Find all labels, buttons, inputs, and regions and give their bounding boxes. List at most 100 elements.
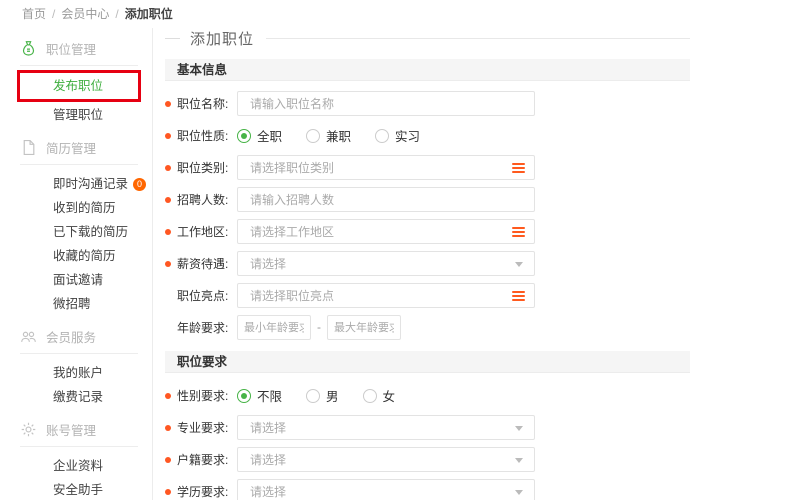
required-dot (165, 489, 171, 495)
sidebar-group-divider (20, 65, 138, 66)
document-icon (20, 139, 37, 156)
sidebar-item[interactable]: 微招聘 (20, 292, 142, 316)
sidebar-item[interactable]: 我的账户 (20, 361, 142, 385)
sidebar-item[interactable]: 已下载的简历 (20, 220, 142, 244)
job-nature-control: 全职 兼职 实习 (237, 126, 444, 145)
hamburger-picker-icon[interactable] (512, 227, 525, 239)
sidebar-item-label: 收到的简历 (53, 201, 116, 215)
gender-requirement-control: 不限 男 女 (237, 386, 419, 405)
job-highlight-control (237, 283, 535, 308)
major-requirement-row: 专业要求: (165, 415, 690, 440)
sidebar-divider (152, 28, 153, 500)
required-dot (165, 101, 171, 107)
field-label-text: 招聘人数: (177, 191, 228, 208)
gender-requirement-radio-group: 不限 男 女 (237, 386, 419, 405)
radio-icon[interactable] (306, 129, 320, 143)
section-header: 基本信息 (165, 59, 690, 81)
sidebar-item[interactable]: 面试邀请 (20, 268, 142, 292)
sidebar-item[interactable]: 安全助手 (20, 478, 142, 500)
work-area-control (237, 219, 535, 244)
job-highlight-picker-input[interactable] (237, 283, 535, 308)
education-requirement-control (237, 479, 535, 500)
breadcrumb-separator: / (52, 7, 55, 21)
sidebar-item-label: 安全助手 (53, 483, 103, 497)
field-label-text: 专业要求: (177, 419, 228, 436)
field-label: 职位性质: (165, 127, 237, 144)
radio-option-label: 全职 (257, 126, 282, 145)
radio-icon[interactable] (363, 389, 377, 403)
education-requirement-select[interactable] (237, 479, 535, 500)
job-name-input[interactable] (237, 91, 535, 116)
job-category-picker-input[interactable] (237, 155, 535, 180)
sidebar-item[interactable]: 即时沟通记录0 (20, 172, 142, 196)
breadcrumb-item[interactable]: 会员中心 (61, 7, 109, 21)
radio-icon[interactable] (306, 389, 320, 403)
headcount-input[interactable] (237, 187, 535, 212)
required-dot (165, 133, 171, 139)
sidebar-item-label: 微招聘 (53, 297, 91, 311)
sidebar-item[interactable]: 管理职位 (20, 103, 142, 127)
headcount-row: 招聘人数: (165, 187, 690, 212)
sidebar-item-label: 企业资料 (53, 459, 103, 473)
radio-icon[interactable] (237, 389, 251, 403)
radio-icon[interactable] (237, 129, 251, 143)
age-requirement-control: - (237, 315, 401, 340)
sidebar-item[interactable]: 收到的简历 (20, 196, 142, 220)
sidebar-group-divider (20, 164, 138, 165)
radio-option-label: 男 (326, 386, 339, 405)
gender-requirement-option[interactable]: 不限 (237, 386, 282, 405)
field-label-text: 职位名称: (177, 95, 228, 112)
field-label-text: 年龄要求: (177, 319, 228, 336)
field-label-text: 职位亮点: (177, 287, 228, 304)
field-label: 学历要求: (165, 483, 237, 500)
job-name-control (237, 91, 535, 116)
field-label-text: 学历要求: (177, 483, 228, 500)
major-requirement-control (237, 415, 535, 440)
sidebar-group-header: 简历管理 (20, 136, 142, 158)
hamburger-picker-icon[interactable] (512, 163, 525, 175)
job-nature-option[interactable]: 全职 (237, 126, 282, 145)
required-dot (165, 229, 171, 235)
job-nature-option[interactable]: 兼职 (306, 126, 351, 145)
residence-requirement-row: 户籍要求: (165, 447, 690, 472)
sidebar-item-label: 面试邀请 (53, 273, 103, 287)
required-dot (165, 165, 171, 171)
radio-option-label: 不限 (257, 386, 282, 405)
section-rows: 性别要求:不限男女专业要求:户籍要求:学历要求: (165, 373, 690, 500)
field-label-text: 户籍要求: (177, 451, 228, 468)
sidebar-item[interactable]: 缴费记录 (20, 385, 142, 409)
gender-requirement-option[interactable]: 女 (363, 386, 396, 405)
sidebar-item-label: 缴费记录 (53, 390, 103, 404)
sidebar-item-label: 收藏的简历 (53, 249, 116, 263)
gear-icon (20, 421, 37, 438)
residence-requirement-control (237, 447, 535, 472)
residence-requirement-select[interactable] (237, 447, 535, 472)
salary-control (237, 251, 535, 276)
job-nature-option[interactable]: 实习 (375, 126, 420, 145)
work-area-picker-input[interactable] (237, 219, 535, 244)
sidebar-item[interactable]: 收藏的简历 (20, 244, 142, 268)
required-dot (165, 393, 171, 399)
field-label: 工作地区: (165, 223, 237, 240)
section-rows: 职位名称:职位性质:全职兼职实习职位类别:招聘人数:工作地区:薪资待遇:职位亮点… (165, 81, 690, 340)
title-decor-line (165, 38, 180, 39)
salary-row: 薪资待遇: (165, 251, 690, 276)
main-content: 添加职位 基本信息职位名称:职位性质:全职兼职实习职位类别:招聘人数:工作地区:… (165, 28, 690, 500)
work-area-row: 工作地区: (165, 219, 690, 244)
major-requirement-select[interactable] (237, 415, 535, 440)
breadcrumb-item[interactable]: 首页 (22, 7, 46, 21)
page-title-row: 添加职位 (165, 28, 690, 48)
age-requirement-max-input[interactable] (327, 315, 401, 340)
salary-select[interactable] (237, 251, 535, 276)
sidebar-item[interactable]: 企业资料 (20, 454, 142, 478)
age-requirement-min-input[interactable] (237, 315, 311, 340)
sidebar-item-label: 即时沟通记录 (53, 177, 128, 191)
sidebar: 职位管理发布职位管理职位简历管理即时沟通记录0收到的简历已下载的简历收藏的简历面… (20, 28, 142, 500)
sidebar-item-label: 发布职位 (53, 79, 103, 93)
gender-requirement-option[interactable]: 男 (306, 386, 339, 405)
radio-icon[interactable] (375, 129, 389, 143)
hamburger-picker-icon[interactable] (512, 291, 525, 303)
sidebar-item[interactable]: 发布职位 (20, 73, 138, 99)
field-label: 户籍要求: (165, 451, 237, 468)
required-dot (165, 457, 171, 463)
